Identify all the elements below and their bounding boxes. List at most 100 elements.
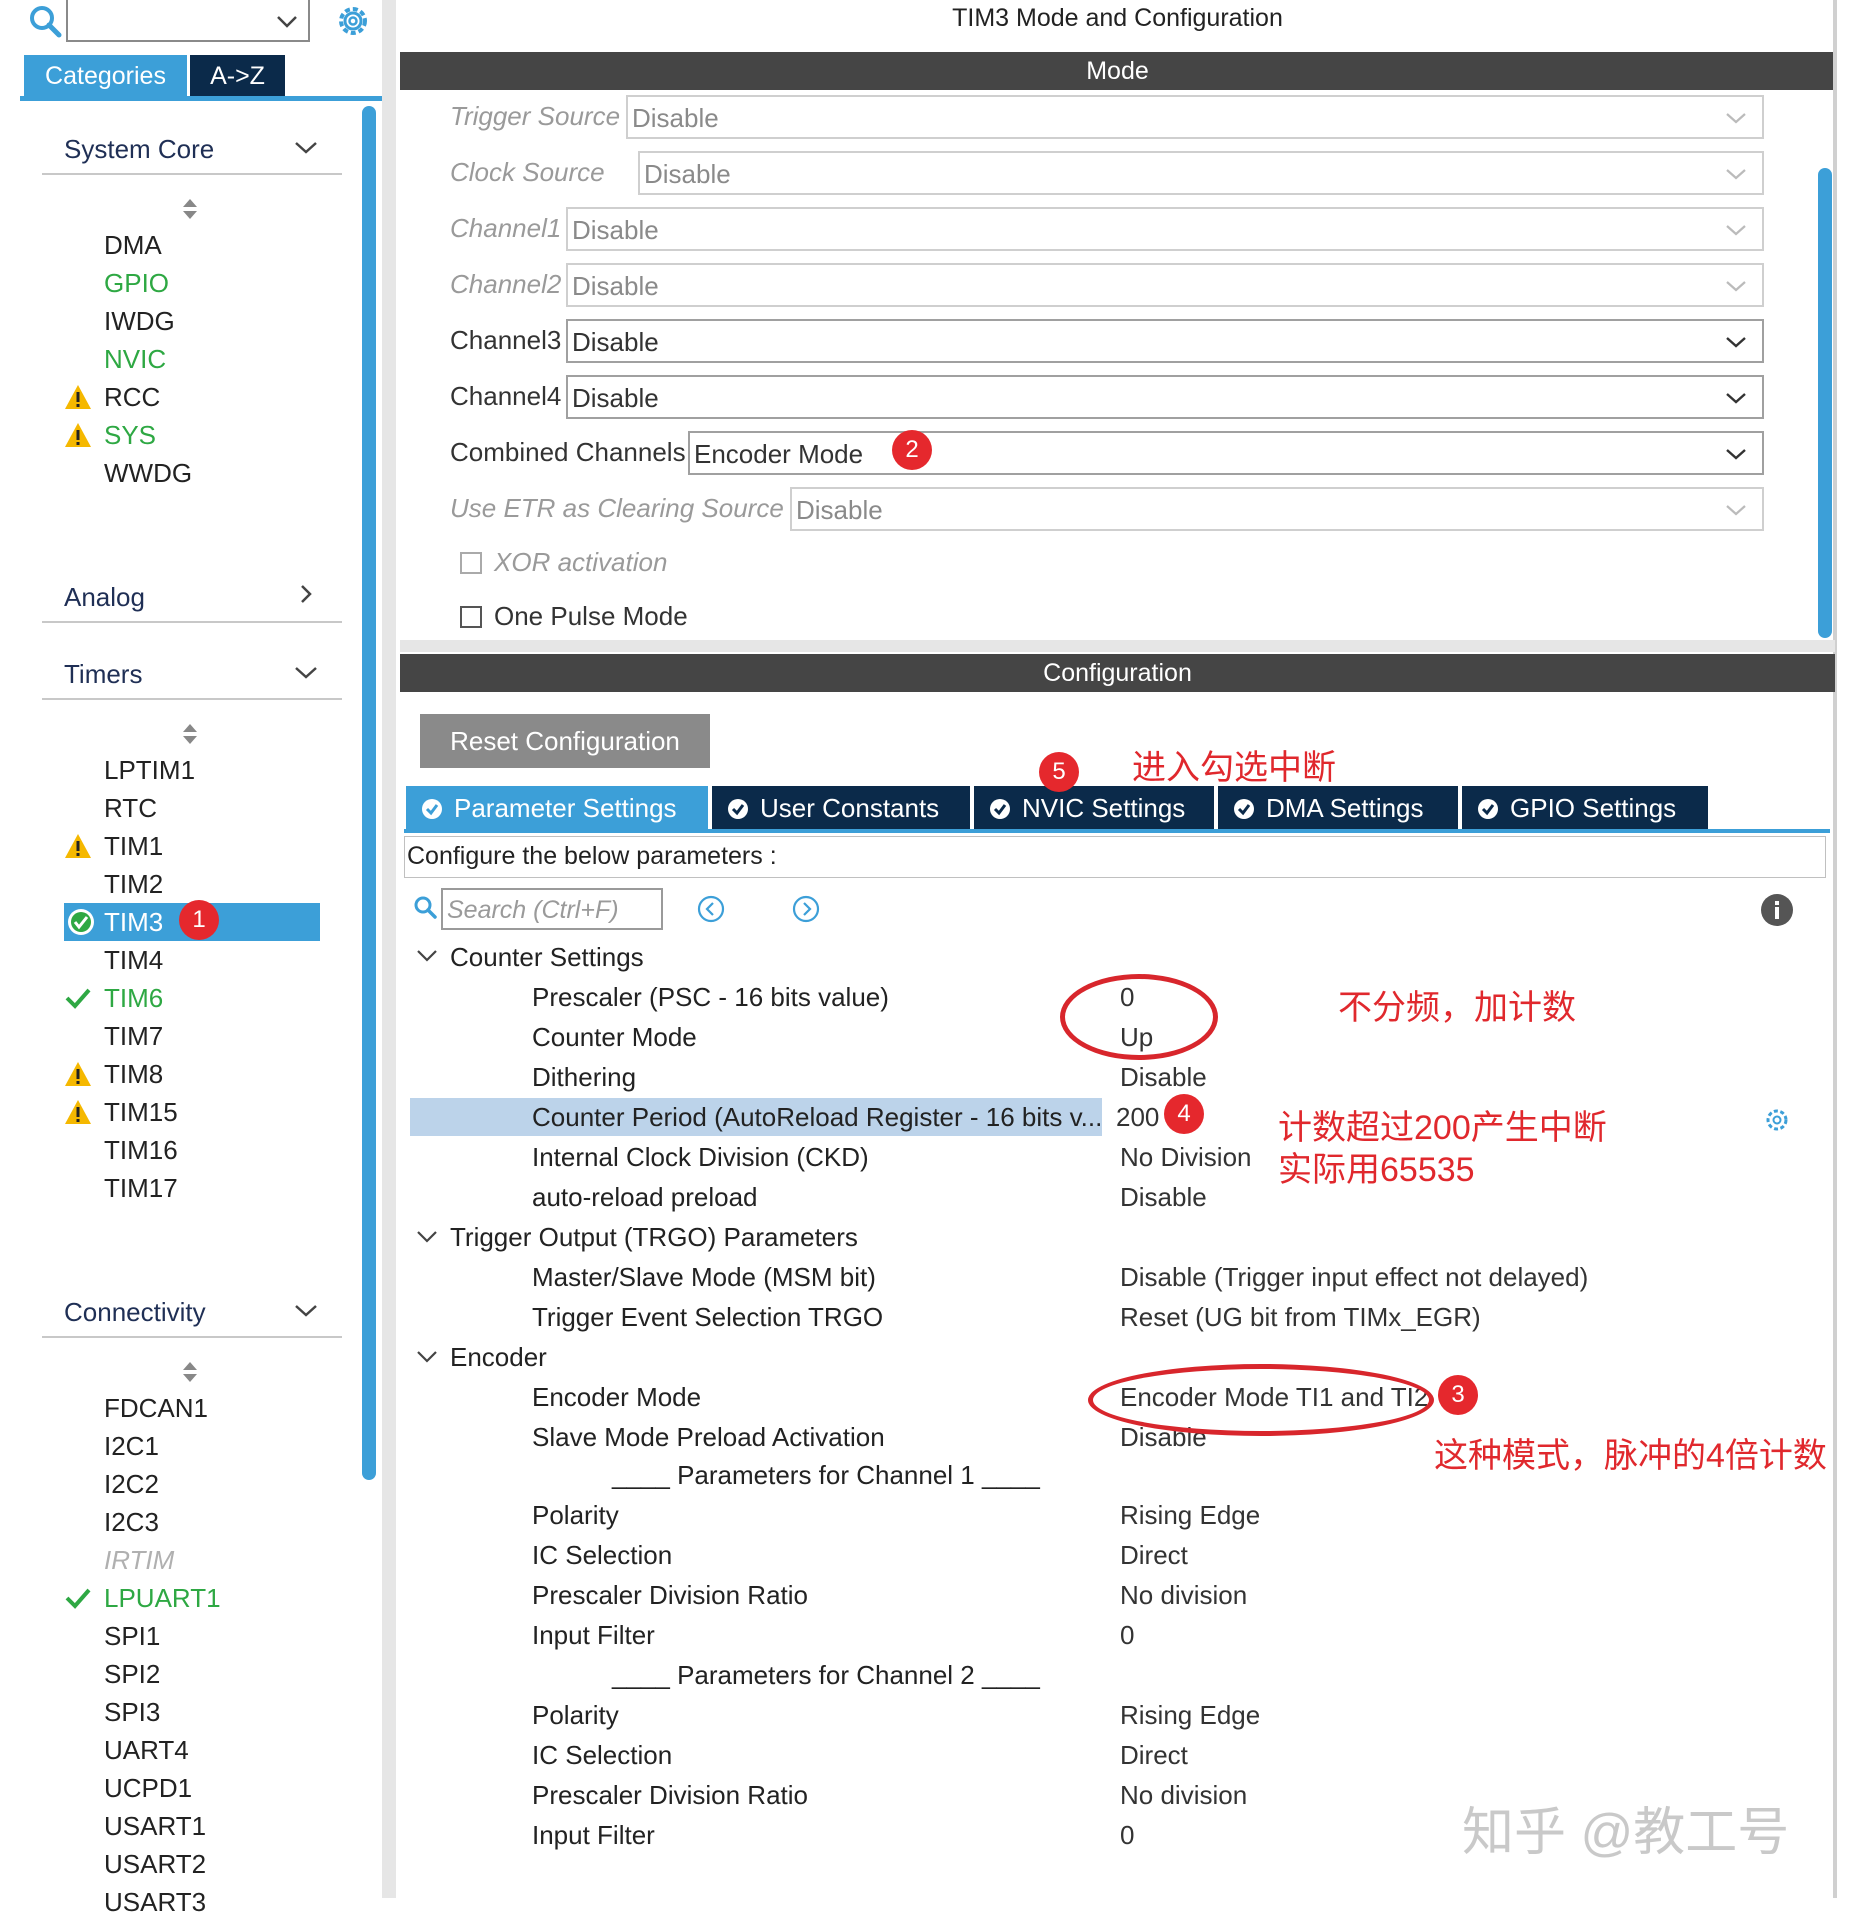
param-value[interactable]: Reset (UG bit from TIMx_EGR) [1120, 1302, 1481, 1333]
chevron-down-icon[interactable] [292, 1301, 320, 1321]
combined-channels-select[interactable]: Encoder Mode [688, 431, 1764, 475]
tab-gpio-settings[interactable]: GPIO Settings [1462, 786, 1708, 830]
sort-arrows-icon[interactable] [181, 1360, 199, 1384]
chevron-down-icon[interactable] [292, 663, 320, 683]
list-item-tim1[interactable]: TIM1 [104, 828, 163, 864]
param-value[interactable]: 0 [1120, 1620, 1134, 1651]
list-item-rcc[interactable]: RCC [104, 379, 160, 415]
sort-arrows-icon[interactable] [181, 197, 199, 221]
chevron-down-icon[interactable] [292, 138, 320, 158]
list-item-i2c2[interactable]: I2C2 [104, 1466, 159, 1502]
tab-user-constants[interactable]: User Constants [712, 786, 970, 830]
scrollbar-thumb[interactable] [362, 106, 376, 1480]
list-item-spi1[interactable]: SPI1 [104, 1618, 160, 1654]
section-counter-settings[interactable]: Counter Settings [450, 942, 644, 973]
list-item-i2c1[interactable]: I2C1 [104, 1428, 159, 1464]
param-value[interactable]: Direct [1120, 1740, 1188, 1771]
channel2-select[interactable]: Disable [566, 263, 1764, 307]
param-value[interactable]: Disable [1120, 1182, 1207, 1213]
list-item-usart2[interactable]: USART2 [104, 1846, 206, 1882]
list-item-lptim1[interactable]: LPTIM1 [104, 752, 195, 788]
chevron-down-icon[interactable] [416, 1350, 438, 1364]
reset-configuration-button[interactable]: Reset Configuration [420, 714, 710, 768]
list-item-i2c3[interactable]: I2C3 [104, 1504, 159, 1540]
list-item-tim4[interactable]: TIM4 [104, 942, 163, 978]
search-icon[interactable] [28, 4, 62, 38]
section-encoder[interactable]: Encoder [450, 1342, 547, 1373]
param-value[interactable]: Rising Edge [1120, 1500, 1260, 1531]
list-item-spi3[interactable]: SPI3 [104, 1694, 160, 1730]
list-item-usart3[interactable]: USART3 [104, 1884, 206, 1920]
gear-icon[interactable] [334, 2, 372, 40]
sort-arrows-icon[interactable] [181, 722, 199, 746]
section-trgo-parameters[interactable]: Trigger Output (TRGO) Parameters [450, 1222, 858, 1253]
parameter-search-input[interactable]: Search (Ctrl+F) [441, 888, 663, 930]
list-item-wwdg[interactable]: WWDG [104, 455, 192, 491]
list-item-nvic[interactable]: NVIC [104, 341, 166, 377]
chevron-down-icon [1726, 169, 1746, 180]
list-item-lpuart1[interactable]: LPUART1 [104, 1580, 221, 1616]
list-item-irtim[interactable]: IRTIM [104, 1542, 174, 1578]
list-item-uart4[interactable]: UART4 [104, 1732, 189, 1768]
list-item-spi2[interactable]: SPI2 [104, 1656, 160, 1692]
param-value[interactable]: Disable (Trigger input effect not delaye… [1120, 1262, 1588, 1293]
list-item-usart1[interactable]: USART1 [104, 1808, 206, 1844]
use-etr-select[interactable]: Disable [790, 487, 1764, 531]
gear-icon[interactable] [1764, 1107, 1790, 1133]
channel1-select[interactable]: Disable [566, 207, 1764, 251]
param-value[interactable]: No division [1120, 1780, 1247, 1811]
tab-underline [20, 96, 382, 101]
divider [42, 173, 342, 175]
list-item-fdcan1[interactable]: FDCAN1 [104, 1390, 208, 1426]
category-timers[interactable]: Timers [64, 659, 142, 690]
chevron-down-icon[interactable] [416, 1230, 438, 1244]
param-value[interactable]: No Division [1120, 1142, 1252, 1173]
list-item-tim8[interactable]: TIM8 [104, 1056, 163, 1092]
tab-nvic-settings[interactable]: NVIC Settings [974, 786, 1214, 830]
info-icon[interactable] [1760, 893, 1794, 927]
xor-activation-checkbox[interactable] [460, 552, 482, 574]
clock-source-select[interactable]: Disable [638, 151, 1764, 195]
param-value[interactable]: Rising Edge [1120, 1700, 1260, 1731]
chevron-down-icon[interactable] [416, 949, 438, 963]
param-value[interactable]: Disable [1120, 1062, 1207, 1093]
mode-scrollbar-thumb[interactable] [1818, 168, 1832, 638]
trigger-source-select[interactable]: Disable [626, 95, 1764, 139]
channel3-select[interactable]: Disable [566, 319, 1764, 363]
list-item-tim16[interactable]: TIM16 [104, 1132, 178, 1168]
category-analog[interactable]: Analog [64, 582, 145, 613]
chevron-down-icon[interactable] [274, 8, 300, 34]
tab-a-z[interactable]: A->Z [190, 55, 285, 97]
category-system-core[interactable]: System Core [64, 134, 214, 165]
previous-icon[interactable] [696, 894, 726, 924]
list-item-sys[interactable]: SYS [104, 417, 156, 453]
list-item-tim7[interactable]: TIM7 [104, 1018, 163, 1054]
chevron-right-icon[interactable] [292, 584, 320, 604]
tab-categories[interactable]: Categories [24, 55, 187, 97]
select-value: Disable [572, 383, 659, 413]
list-item-rtc[interactable]: RTC [104, 790, 157, 826]
list-item-ucpd1[interactable]: UCPD1 [104, 1770, 192, 1806]
next-icon[interactable] [791, 894, 821, 924]
list-item-tim17[interactable]: TIM17 [104, 1170, 178, 1206]
param-value[interactable]: 0 [1120, 1820, 1134, 1851]
list-item-tim2[interactable]: TIM2 [104, 866, 163, 902]
channel4-select[interactable]: Disable [566, 375, 1764, 419]
tab-dma-settings[interactable]: DMA Settings [1218, 786, 1458, 830]
panel-splitter[interactable] [382, 0, 396, 1898]
check-circle-icon [1478, 799, 1498, 819]
search-icon[interactable] [412, 894, 438, 920]
list-item-tim3[interactable]: TIM3 [104, 904, 163, 940]
list-item-iwdg[interactable]: IWDG [104, 303, 175, 339]
category-connectivity[interactable]: Connectivity [64, 1297, 206, 1328]
list-item-dma[interactable]: DMA [104, 227, 162, 263]
tab-parameter-settings[interactable]: Parameter Settings [406, 786, 708, 830]
param-value[interactable]: Direct [1120, 1540, 1188, 1571]
select-value: Encoder Mode [694, 439, 864, 469]
one-pulse-mode-checkbox[interactable] [460, 606, 482, 628]
list-item-tim15[interactable]: TIM15 [104, 1094, 178, 1130]
param-value[interactable]: No division [1120, 1580, 1247, 1611]
list-item-tim6[interactable]: TIM6 [104, 980, 163, 1016]
list-item-gpio[interactable]: GPIO [104, 265, 169, 301]
param-value[interactable]: 200 [1116, 1102, 1159, 1133]
